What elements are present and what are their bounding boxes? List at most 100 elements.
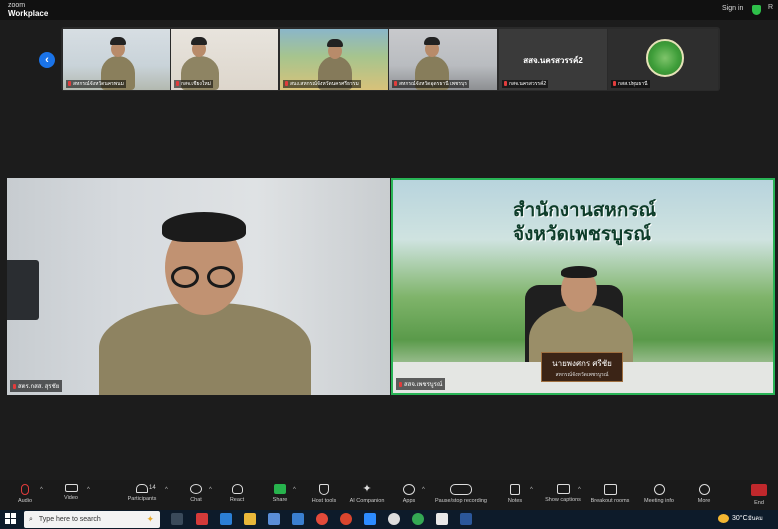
captions-options-caret[interactable]: ^ xyxy=(578,487,581,493)
cooperative-seal-avatar xyxy=(646,39,684,77)
mail-icon[interactable] xyxy=(292,513,304,525)
zoom-app-icon[interactable] xyxy=(364,513,376,525)
apps-options-caret[interactable]: ^ xyxy=(422,487,425,493)
share-options-caret[interactable]: ^ xyxy=(293,487,296,493)
participants-icon xyxy=(136,484,148,493)
mic-muted-icon xyxy=(394,81,397,86)
react-button[interactable]: React xyxy=(227,484,247,503)
participant-hair xyxy=(162,212,246,242)
video-name-tag: สสจ.เพชรบูรณ์ xyxy=(396,378,446,390)
share-button[interactable]: Share xyxy=(270,484,290,503)
participants-options-caret[interactable]: ^ xyxy=(165,487,168,493)
mic-muted-icon xyxy=(68,81,71,86)
participant-hair xyxy=(327,39,343,47)
edge-browser-icon[interactable] xyxy=(220,513,232,525)
zoom-workplace-logo: zoom Workplace xyxy=(8,2,48,18)
host-shield-icon xyxy=(319,484,329,495)
gallery-thumb[interactable]: สสจ.นครสวรรค์2 กสจ.นครสวรรค์2 xyxy=(499,29,607,90)
word-icon[interactable] xyxy=(460,513,472,525)
taskbar-search-box[interactable]: ⌕ Type here to search ✦ xyxy=(24,511,160,528)
participant-name-center: สสจ.นครสวรรค์2 xyxy=(523,56,583,65)
store-icon[interactable] xyxy=(268,513,280,525)
zoom-window: zoom Workplace Sign in R ‹ สหกรณ์จังหวัด… xyxy=(0,0,778,529)
copilot-sparkle-icon: ✦ xyxy=(146,514,154,524)
search-placeholder: Type here to search xyxy=(38,516,101,523)
taskbar-date[interactable]: มีนคม xyxy=(748,515,763,523)
taskbar-app-icon[interactable] xyxy=(340,513,352,525)
video-name-tag: สตร.กสส. สุรชัย xyxy=(10,380,63,392)
sign-in-link[interactable]: Sign in xyxy=(722,5,743,12)
nameplate-title: สหกรณ์จังหวัดเพชรบูรณ์ xyxy=(555,372,609,378)
notes-options-caret[interactable]: ^ xyxy=(530,487,533,493)
weather-icon xyxy=(718,514,729,523)
video-tile-active-speaker[interactable]: สำนักงานสหกรณ์ จังหวัดเพชรบูรณ์ นายพงศกร… xyxy=(391,178,775,395)
audio-options-caret[interactable]: ^ xyxy=(40,487,43,493)
notes-button[interactable]: Notes xyxy=(505,484,525,504)
background-device xyxy=(7,260,39,320)
gallery-thumb[interactable]: สนง.สหกรณ์จังหวัดนครศรีธรรม xyxy=(280,29,388,90)
more-button[interactable]: More xyxy=(694,484,714,504)
gallery-thumb[interactable]: กสส.ปทุมธานี xyxy=(608,29,718,90)
thumb-name-label: กสส.ปทุมธานี xyxy=(611,80,650,88)
weather-temperature[interactable]: 30°C xyxy=(732,515,748,522)
mic-muted-icon xyxy=(176,81,179,86)
chrome-browser-icon[interactable] xyxy=(316,513,328,525)
nameplate-name: นายพงศกร ศรีชัย xyxy=(552,359,612,368)
media-player-icon[interactable] xyxy=(388,513,400,525)
apps-button[interactable]: Apps xyxy=(399,484,419,504)
show-captions-button[interactable]: Show captions xyxy=(543,484,583,503)
title-bar: zoom Workplace Sign in R xyxy=(0,0,778,20)
chat-options-caret[interactable]: ^ xyxy=(209,487,212,493)
backdrop-title-line2: จังหวัดเพชรบูรณ์ xyxy=(513,223,651,245)
windows-start-button[interactable] xyxy=(5,513,17,525)
chrome-profile-icon[interactable] xyxy=(412,513,424,525)
video-button[interactable]: Video xyxy=(60,484,82,501)
audio-button[interactable]: Audio xyxy=(13,484,37,504)
desk-nameplate: นายพงศกร ศรีชัย สหกรณ์จังหวัดเพชรบูรณ์ xyxy=(541,352,623,382)
chat-button[interactable]: Chat xyxy=(186,484,206,503)
sparkle-icon: ✦ xyxy=(362,483,372,495)
breakout-rooms-icon xyxy=(603,484,617,495)
end-meeting-button[interactable] xyxy=(751,484,767,496)
chevron-left-icon: ‹ xyxy=(45,54,49,66)
video-tile-left[interactable]: สตร.กสส. สุรชัย xyxy=(7,178,390,395)
eyeglasses xyxy=(207,266,235,288)
video-options-caret[interactable]: ^ xyxy=(87,487,90,493)
logo-workplace-text: Workplace xyxy=(8,9,49,18)
apps-icon xyxy=(403,484,415,495)
backdrop-title: สำนักงานสหกรณ์ จังหวัดเพชรบูรณ์ xyxy=(513,198,656,246)
heart-icon xyxy=(231,484,243,494)
thumb-name-label: สนง.สหกรณ์จังหวัดนครศรีธรรม xyxy=(283,80,361,88)
info-icon xyxy=(653,484,665,495)
end-meeting-label: End xyxy=(754,500,764,506)
host-tools-button[interactable]: Host tools xyxy=(309,484,339,504)
chat-icon xyxy=(190,484,202,494)
more-dots-icon xyxy=(698,484,710,495)
breakout-rooms-button[interactable]: Breakout rooms xyxy=(590,484,630,504)
participant-hair xyxy=(561,266,597,278)
gallery-thumb[interactable]: สหกรณ์จังหวัดนครพนม xyxy=(63,29,170,90)
mic-muted-icon xyxy=(504,81,507,86)
mic-muted-icon xyxy=(285,81,288,86)
eyeglasses xyxy=(171,266,199,288)
gallery-thumb[interactable]: สหกรณ์จังหวัดอุดรธานี เพชรบุร xyxy=(389,29,497,90)
notes-icon xyxy=(510,484,520,495)
gallery-prev-button[interactable]: ‹ xyxy=(39,52,55,68)
participants-count: 14 xyxy=(149,485,156,491)
participant-hair xyxy=(191,37,207,45)
taskbar-app-icon[interactable] xyxy=(196,513,208,525)
mic-muted-icon xyxy=(613,81,616,86)
gallery-thumb[interactable]: กสจ.เชียงใหม่ xyxy=(171,29,278,90)
participant-figure xyxy=(99,303,311,395)
pause-stop-recording-button[interactable]: Pause/stop recording xyxy=(432,484,490,504)
security-shield-icon[interactable] xyxy=(752,5,761,15)
thumb-name-label: กสจ.นครสวรรค์2 xyxy=(502,80,549,88)
file-explorer-icon[interactable] xyxy=(244,513,256,525)
task-view-icon[interactable] xyxy=(171,513,183,525)
ai-companion-button[interactable]: ✦ AI Companion xyxy=(347,483,387,505)
mic-muted-icon xyxy=(399,382,402,387)
pdf-reader-icon[interactable] xyxy=(436,513,448,525)
thumb-name-label: กสจ.เชียงใหม่ xyxy=(174,80,213,88)
thumb-name-label: สหกรณ์จังหวัดอุดรธานี เพชรบุร xyxy=(392,80,469,88)
meeting-info-button[interactable]: Meeting info xyxy=(642,484,676,504)
